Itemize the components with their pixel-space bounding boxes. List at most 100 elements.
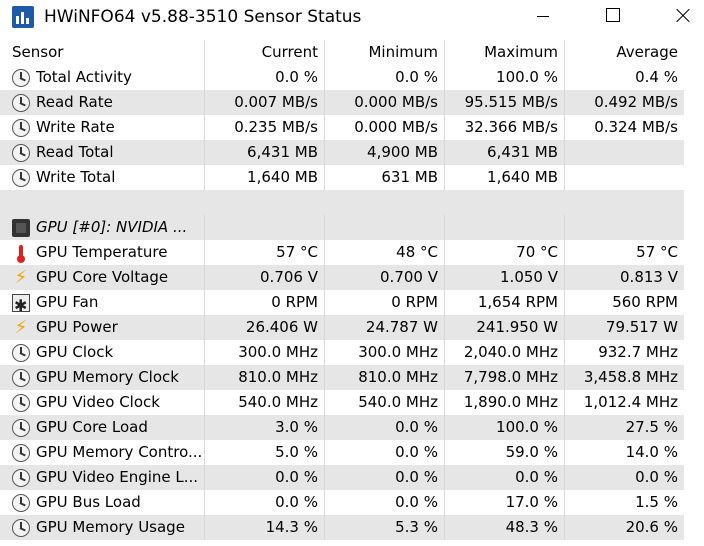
sensor-name: GPU Power xyxy=(36,318,118,336)
maximum-value: 17.0 % xyxy=(444,490,564,515)
minimum-value: 0.0 % xyxy=(324,490,444,515)
sensor-name: GPU Fan xyxy=(36,293,99,311)
table-row[interactable]: GPU Memory Usage 14.3 % 5.3 % 48.3 % 20.… xyxy=(0,515,704,540)
maximum-value: 6,431 MB xyxy=(444,140,564,165)
clock-icon xyxy=(12,518,30,537)
sensor-name: GPU Temperature xyxy=(36,243,168,261)
current-value: 3.0 % xyxy=(204,415,324,440)
table-row[interactable]: GPU Clock 300.0 MHz 300.0 MHz 2,040.0 MH… xyxy=(0,340,704,365)
average-value: 0.4 % xyxy=(564,65,684,90)
clock-icon xyxy=(12,168,30,187)
column-header-sensor[interactable]: Sensor xyxy=(0,40,204,65)
average-value: 0.324 MB/s xyxy=(564,115,684,140)
clock-icon xyxy=(12,393,30,412)
clock-icon xyxy=(12,93,30,112)
hwinfo-icon xyxy=(12,6,34,28)
thermometer-icon xyxy=(12,244,30,263)
table-row[interactable]: Write Total 1,640 MB 631 MB 1,640 MB xyxy=(0,165,704,190)
table-row[interactable]: GPU Temperature 57 °C 48 °C 70 °C 57 °C xyxy=(0,240,704,265)
table-row[interactable]: GPU Memory Clock 810.0 MHz 810.0 MHz 7,7… xyxy=(0,365,704,390)
average-value: 1.5 % xyxy=(564,490,684,515)
minimum-value: 24.787 W xyxy=(324,315,444,340)
sensor-name: Write Rate xyxy=(36,118,115,136)
chip-icon xyxy=(12,218,30,237)
column-header-average[interactable]: Average xyxy=(564,40,684,65)
clock-icon xyxy=(12,143,30,162)
maximum-value: 1,890.0 MHz xyxy=(444,390,564,415)
maximum-value: 1.050 V xyxy=(444,265,564,290)
maximum-value: 100.0 % xyxy=(444,65,564,90)
minimum-value: 0.0 % xyxy=(324,65,444,90)
table-row[interactable]: Total Activity 0.0 % 0.0 % 100.0 % 0.4 % xyxy=(0,65,704,90)
current-value: 6,431 MB xyxy=(204,140,324,165)
sensor-name: Total Activity xyxy=(36,68,132,86)
table-row[interactable]: Write Rate 0.235 MB/s 0.000 MB/s 32.366 … xyxy=(0,115,704,140)
maximum-value: 2,040.0 MHz xyxy=(444,340,564,365)
average-value: 0.492 MB/s xyxy=(564,90,684,115)
sensor-name: GPU Memory Usage xyxy=(36,518,185,536)
minimum-value: 810.0 MHz xyxy=(324,365,444,390)
maximum-value: 70 °C xyxy=(444,240,564,265)
maximum-value: 7,798.0 MHz xyxy=(444,365,564,390)
average-value: 79.517 W xyxy=(564,315,684,340)
sensor-name: GPU Memory Clock xyxy=(36,368,179,386)
table-row[interactable]: GPU Memory Contro... 5.0 % 0.0 % 59.0 % … xyxy=(0,440,704,465)
scrollbar-track[interactable] xyxy=(684,40,704,546)
table-row[interactable]: GPU Video Clock 540.0 MHz 540.0 MHz 1,89… xyxy=(0,390,704,415)
maximize-button[interactable] xyxy=(590,0,636,34)
table-row[interactable]: GPU Fan 0 RPM 0 RPM 1,654 RPM 560 RPM xyxy=(0,290,704,315)
minimum-value: 0.700 V xyxy=(324,265,444,290)
sensor-table[interactable]: Sensor Current Minimum Maximum Average T… xyxy=(0,40,704,540)
clock-icon xyxy=(12,368,30,387)
close-button[interactable] xyxy=(660,0,704,34)
minimum-value: 540.0 MHz xyxy=(324,390,444,415)
sensor-name: GPU Video Clock xyxy=(36,393,160,411)
sensor-name: GPU Video Engine L... xyxy=(36,468,199,486)
sensor-group-header[interactable]: GPU [#0]: NVIDIA ... xyxy=(0,215,704,240)
table-row[interactable]: ⚡ GPU Core Voltage 0.706 V 0.700 V 1.050 … xyxy=(0,265,704,290)
table-row[interactable]: Read Rate 0.007 MB/s 0.000 MB/s 95.515 M… xyxy=(0,90,704,115)
separator-row xyxy=(0,190,704,215)
minimum-value: 631 MB xyxy=(324,165,444,190)
maximum-value: 1,640 MB xyxy=(444,165,564,190)
minimize-button[interactable] xyxy=(520,0,566,34)
clock-icon xyxy=(12,343,30,362)
clock-icon xyxy=(12,118,30,137)
current-value: 0.235 MB/s xyxy=(204,115,324,140)
average-value: 0.0 % xyxy=(564,465,684,490)
lightning-icon: ⚡ xyxy=(14,266,28,288)
title-bar[interactable]: HWiNFO64 v5.88-3510 Sensor Status xyxy=(0,0,704,34)
minimum-value: 5.3 % xyxy=(324,515,444,540)
table-row[interactable]: GPU Video Engine L... 0.0 % 0.0 % 0.0 % … xyxy=(0,465,704,490)
table-row[interactable]: GPU Bus Load 0.0 % 0.0 % 17.0 % 1.5 % xyxy=(0,490,704,515)
maximum-value: 95.515 MB/s xyxy=(444,90,564,115)
minimum-value: 0.0 % xyxy=(324,465,444,490)
average-value: 3,458.8 MHz xyxy=(564,365,684,390)
current-value: 0 RPM xyxy=(204,290,324,315)
current-value: 0.706 V xyxy=(204,265,324,290)
current-value: 540.0 MHz xyxy=(204,390,324,415)
minimum-value: 4,900 MB xyxy=(324,140,444,165)
sensor-name: GPU Core Voltage xyxy=(36,268,169,286)
average-value xyxy=(564,165,684,190)
average-value: 57 °C xyxy=(564,240,684,265)
average-value: 20.6 % xyxy=(564,515,684,540)
column-header-minimum[interactable]: Minimum xyxy=(324,40,444,65)
table-row[interactable]: GPU Core Load 3.0 % 0.0 % 100.0 % 27.5 % xyxy=(0,415,704,440)
group-name: GPU [#0]: NVIDIA ... xyxy=(36,218,188,236)
maximum-value: 100.0 % xyxy=(444,415,564,440)
average-value: 932.7 MHz xyxy=(564,340,684,365)
average-value xyxy=(564,140,684,165)
table-row[interactable]: ⚡ GPU Power 26.406 W 24.787 W 241.950 W 7… xyxy=(0,315,704,340)
current-value: 26.406 W xyxy=(204,315,324,340)
table-row[interactable]: Read Total 6,431 MB 4,900 MB 6,431 MB xyxy=(0,140,704,165)
maximum-value: 241.950 W xyxy=(444,315,564,340)
current-value: 5.0 % xyxy=(204,440,324,465)
current-value: 0.0 % xyxy=(204,490,324,515)
sensor-name: Write Total xyxy=(36,168,116,186)
column-header-maximum[interactable]: Maximum xyxy=(444,40,564,65)
table-header: Sensor Current Minimum Maximum Average xyxy=(0,40,704,65)
current-value: 810.0 MHz xyxy=(204,365,324,390)
clock-icon xyxy=(12,68,30,87)
column-header-current[interactable]: Current xyxy=(204,40,324,65)
